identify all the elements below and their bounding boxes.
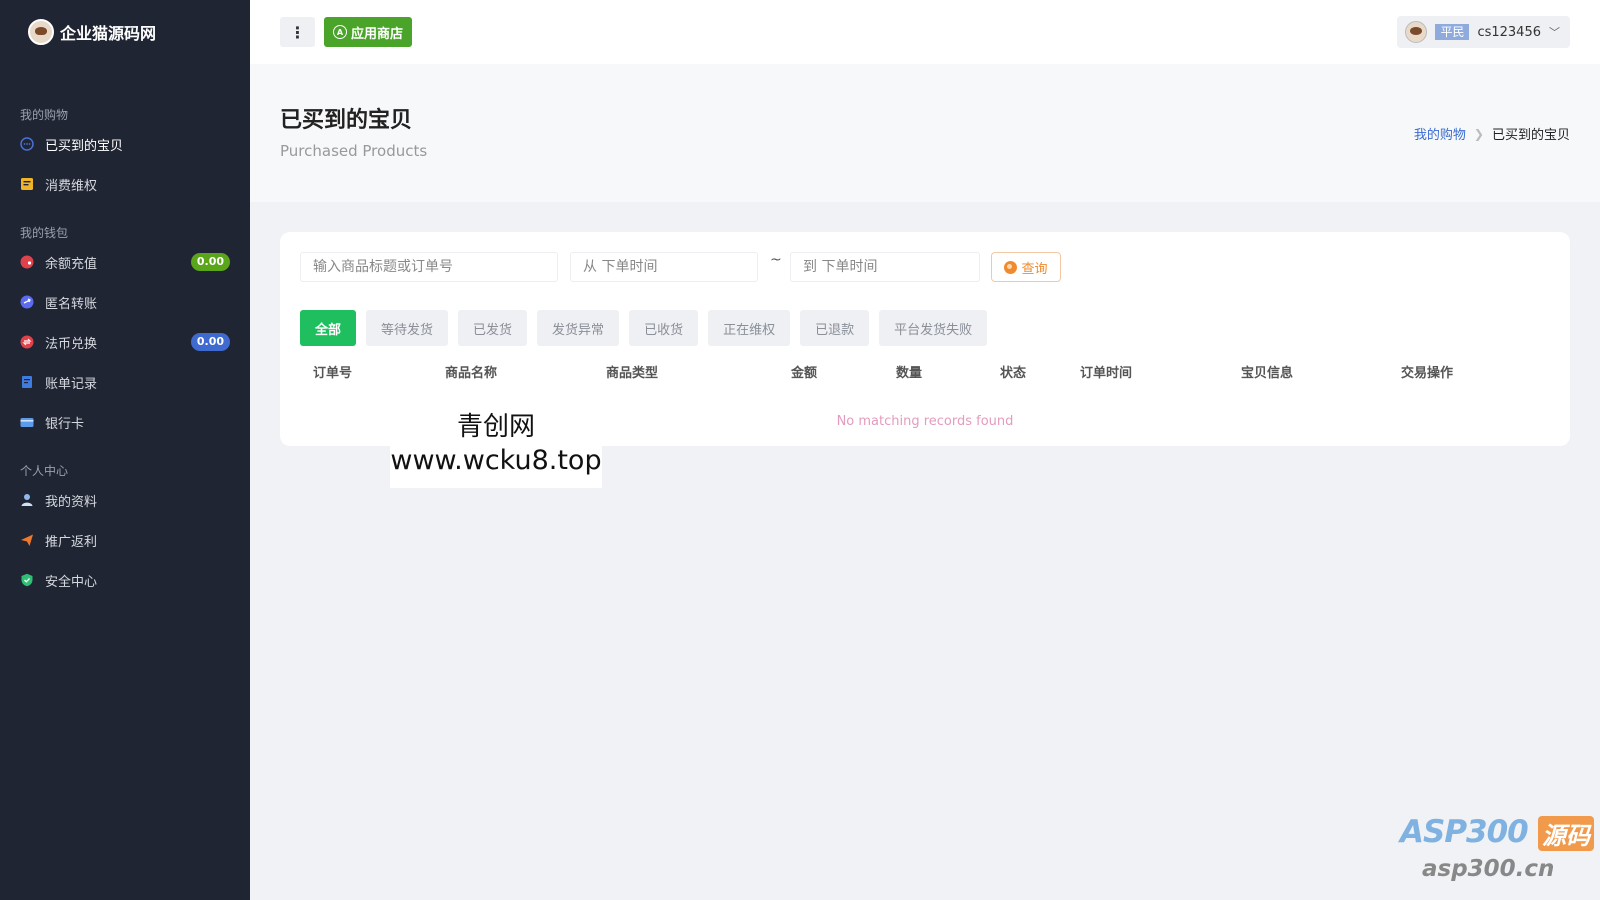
status-tabs: 全部 等待发货 已发货 发货异常 已收货 正在维权 已退款 平台发货失败 xyxy=(300,310,997,346)
card-icon xyxy=(20,415,34,429)
asp300-url: asp300.cn xyxy=(1422,856,1555,882)
user-menu[interactable]: 平民 cs123456 ﹀ xyxy=(1397,16,1570,48)
balance-badge: 0.00 xyxy=(190,253,230,271)
sidebar: 企业猫源码网 我的购物 已买到的宝贝 消费维权 我的钱包 余额充值 0.00 匿… xyxy=(0,0,250,900)
sidebar-section-title: 个人中心 xyxy=(20,464,69,478)
brand-avatar-icon xyxy=(28,19,54,45)
topbar: ⋮ A 应用商店 平民 cs123456 ﹀ xyxy=(250,0,1600,64)
wallet-icon xyxy=(20,255,34,269)
sidebar-item-label: 已买到的宝贝 xyxy=(45,138,124,154)
tab-refunded[interactable]: 已退款 xyxy=(800,310,870,346)
user-icon xyxy=(20,493,34,507)
asp300-logo-tag: 源码 xyxy=(1538,816,1594,851)
watermark-box: 青创网 www.wcku8.top xyxy=(390,400,602,488)
sidebar-section-title: 我的购物 xyxy=(20,108,69,122)
receipt-icon xyxy=(20,177,34,191)
sidebar-item-profile[interactable]: 我的资料 xyxy=(0,480,250,520)
brand-name: 企业猫源码网 xyxy=(60,24,157,43)
sidebar-item-recharge[interactable]: 余额充值 0.00 xyxy=(0,242,250,282)
search-input[interactable] xyxy=(311,258,547,276)
sidebar-item-exchange[interactable]: 法币兑换 0.00 xyxy=(0,322,250,362)
column-header[interactable]: 订单号 xyxy=(313,362,352,381)
more-menu-button[interactable]: ⋮ xyxy=(280,17,315,47)
tab-awaiting-shipment[interactable]: 等待发货 xyxy=(366,310,449,346)
send-icon xyxy=(20,533,34,547)
shield-icon xyxy=(20,573,34,587)
tab-platform-shipping-failed[interactable]: 平台发货失败 xyxy=(879,310,988,346)
column-header[interactable]: 宝贝信息 xyxy=(1241,362,1293,381)
username: cs123456 xyxy=(1477,24,1541,40)
date-to-input[interactable] xyxy=(801,258,969,276)
date-to-field[interactable] xyxy=(790,252,980,282)
sidebar-item-promotion[interactable]: 推广返利 xyxy=(0,520,250,560)
sidebar-item-label: 银行卡 xyxy=(45,416,85,432)
column-header[interactable]: 状态 xyxy=(1000,362,1026,381)
watermark-site-name: 青创网 xyxy=(456,412,535,442)
sidebar-item-security[interactable]: 安全中心 xyxy=(0,560,250,600)
sidebar-item-label: 推广返利 xyxy=(45,534,98,550)
sidebar-item-bankcard[interactable]: 银行卡 xyxy=(0,402,250,442)
search-icon xyxy=(1004,260,1018,274)
bill-icon xyxy=(20,375,34,389)
breadcrumb-parent-link[interactable]: 我的购物 xyxy=(1414,124,1466,143)
sidebar-item-label: 余额充值 xyxy=(45,256,98,272)
breadcrumb-current: 已买到的宝贝 xyxy=(1491,128,1570,143)
app-store-icon: A xyxy=(333,25,347,39)
sidebar-item-transfer[interactable]: 匿名转账 xyxy=(0,282,250,322)
chevron-down-icon: ﹀ xyxy=(1549,26,1560,39)
query-button[interactable]: 查询 xyxy=(991,252,1061,282)
vertical-dots-icon: ⋮ xyxy=(289,22,306,42)
watermark-site-url: www.wcku8.top xyxy=(390,445,602,476)
sidebar-item-rights[interactable]: 消费维权 xyxy=(0,164,250,204)
circle-dots-icon xyxy=(20,137,34,151)
avatar xyxy=(1405,21,1428,43)
query-label: 查询 xyxy=(1021,261,1048,277)
tab-shipping-error[interactable]: 发货异常 xyxy=(537,310,620,346)
chevron-right-icon: ❯ xyxy=(1473,126,1484,141)
tab-received[interactable]: 已收货 xyxy=(629,310,699,346)
page-subtitle: Purchased Products xyxy=(280,142,428,160)
sidebar-item-bills[interactable]: 账单记录 xyxy=(0,362,250,402)
column-header[interactable]: 交易操作 xyxy=(1401,362,1453,381)
date-range-separator: ~ xyxy=(770,252,782,268)
tab-all[interactable]: 全部 xyxy=(300,310,357,346)
app-store-button[interactable]: A 应用商店 xyxy=(324,17,413,47)
column-header[interactable]: 订单时间 xyxy=(1080,362,1132,381)
column-header[interactable]: 商品名称 xyxy=(445,362,497,381)
app-store-label: 应用商店 xyxy=(351,26,404,42)
sidebar-item-label: 我的资料 xyxy=(45,494,98,510)
exchange-badge: 0.00 xyxy=(190,333,230,351)
date-from-input[interactable] xyxy=(581,258,747,276)
page-header: 已买到的宝贝 Purchased Products 我的购物 ❯ 已买到的宝贝 xyxy=(250,64,1600,202)
breadcrumb: 我的购物 ❯ 已买到的宝贝 xyxy=(1414,124,1570,144)
tab-shipped[interactable]: 已发货 xyxy=(458,310,528,346)
page-title: 已买到的宝贝 xyxy=(280,108,413,133)
search-field[interactable] xyxy=(300,252,558,282)
transfer-icon xyxy=(20,295,34,309)
asp300-logo-text: ASP300 xyxy=(1400,814,1529,850)
column-header[interactable]: 商品类型 xyxy=(606,362,658,381)
exchange-icon xyxy=(20,335,34,349)
sidebar-section-title: 我的钱包 xyxy=(20,226,69,240)
brand-logo[interactable]: 企业猫源码网 xyxy=(0,0,250,64)
table-header: 订单号 商品名称 商品类型 金额 数量 状态 订单时间 宝贝信息 交易操作 xyxy=(280,362,1570,386)
sidebar-item-purchased[interactable]: 已买到的宝贝 xyxy=(0,124,250,164)
sidebar-item-label: 账单记录 xyxy=(45,376,98,392)
user-role-badge: 平民 xyxy=(1435,24,1470,40)
column-header[interactable]: 金额 xyxy=(791,362,817,381)
column-header[interactable]: 数量 xyxy=(896,362,922,381)
sidebar-item-label: 消费维权 xyxy=(45,178,98,194)
sidebar-item-label: 安全中心 xyxy=(45,574,98,590)
asp300-watermark: ASP300 源码 asp300.cn xyxy=(1400,814,1595,886)
date-from-field[interactable] xyxy=(570,252,758,282)
sidebar-item-label: 法币兑换 xyxy=(45,336,98,352)
sidebar-item-label: 匿名转账 xyxy=(45,296,98,312)
tab-in-dispute[interactable]: 正在维权 xyxy=(708,310,791,346)
